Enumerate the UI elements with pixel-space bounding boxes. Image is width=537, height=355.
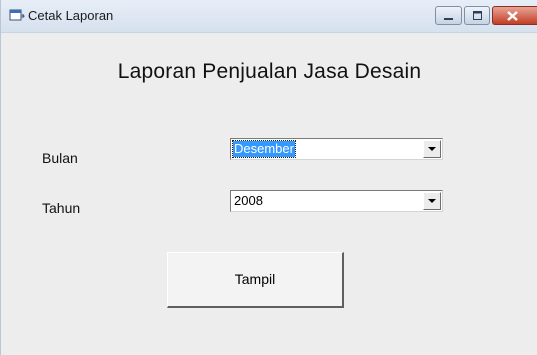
tahun-dropdown-button[interactable] [423,192,441,210]
bulan-label: Bulan [42,150,78,166]
bulan-dropdown[interactable]: Desember [230,138,443,160]
close-icon [507,11,518,21]
chevron-down-icon [428,147,436,151]
minimize-button[interactable] [435,6,462,25]
title-bar[interactable]: Cetak Laporan [1,0,537,33]
close-button[interactable] [492,6,537,25]
bulan-selected-value: Desember [232,140,296,158]
tahun-selected-value: 2008 [234,193,263,208]
cetak-laporan-window: Cetak Laporan Laporan Penjualan Jasa Des… [0,0,537,355]
bulan-dropdown-button[interactable] [423,140,441,158]
tahun-label: Tahun [42,200,81,216]
chevron-down-icon [428,199,436,203]
page-title: Laporan Penjualan Jasa Desain [117,60,422,83]
maximize-button[interactable] [464,6,490,25]
window-title: Cetak Laporan [28,8,114,23]
tahun-dropdown[interactable]: 2008 [230,190,443,212]
maximize-icon [473,11,482,20]
tampil-button[interactable]: Tampil [167,252,344,308]
minimize-icon [444,18,453,20]
app-window-icon[interactable] [9,9,25,23]
